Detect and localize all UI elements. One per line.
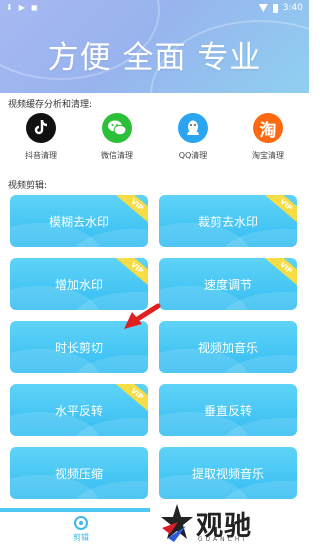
wechat-icon	[102, 113, 132, 143]
tool-horizontal-flip-button[interactable]: 水平反转 VIP	[10, 384, 148, 436]
taobao-icon: 淘	[253, 113, 283, 143]
header-banner: ⬇ ▶ ◼ 3:40 方便 全面 专业	[0, 0, 309, 93]
star-logo-icon	[161, 504, 193, 542]
editing-section-title: 视频剪辑:	[8, 181, 48, 191]
cache-item-wechat[interactable]: 微信清理	[87, 113, 147, 161]
film-reel-icon	[74, 516, 88, 530]
app-screen: { "statusbar": { "time": "3:40" }, "head…	[0, 0, 309, 550]
cache-label: 微信清理	[101, 151, 133, 160]
tool-label: 视频压缩	[54, 466, 103, 481]
tool-label: 垂直反转	[203, 403, 252, 418]
red-arrow-icon	[124, 303, 161, 329]
taobao-glyph: 淘	[259, 120, 277, 141]
douyin-icon	[26, 113, 56, 143]
cache-section-title: 视频缓存分析和清理:	[8, 100, 93, 110]
cache-label: 抖音清理	[25, 151, 57, 160]
tab-edit[interactable]: 剪辑	[61, 516, 101, 543]
battery-icon	[272, 3, 278, 13]
cache-item-taobao[interactable]: 淘 淘宝清理	[238, 113, 298, 161]
cache-cleanup-row: 抖音清理 微信清理 QQ清理 淘 淘宝清理	[0, 113, 309, 167]
tool-extract-music-button[interactable]: 提取视频音乐	[159, 447, 297, 499]
status-time: 3:40	[282, 3, 303, 13]
tool-crop-watermark-button[interactable]: 裁剪去水印 VIP	[159, 195, 297, 247]
slogan-title: 方便 全面 专业	[47, 40, 262, 76]
tool-vertical-flip-button[interactable]: 垂直反转	[159, 384, 297, 436]
notification-icon: ◼	[30, 3, 38, 12]
tab-edit-label: 剪辑	[73, 533, 89, 542]
watermark-sub: GUANCHI	[198, 536, 248, 543]
tool-label: 提取视频音乐	[191, 466, 264, 481]
brand-watermark: 观驰 GUANCHI	[160, 498, 310, 550]
tool-label: 视频加音乐	[197, 340, 258, 355]
tool-add-music-button[interactable]: 视频加音乐	[159, 321, 297, 373]
qq-icon	[178, 113, 208, 143]
tool-blur-watermark-button[interactable]: 模糊去水印 VIP	[10, 195, 148, 247]
cache-item-qq[interactable]: QQ清理	[163, 113, 223, 161]
play-icon: ▶	[18, 3, 25, 12]
tool-speed-adjust-button[interactable]: 速度调节 VIP	[159, 258, 297, 310]
status-bar: ⬇ ▶ ◼ 3:40	[0, 0, 309, 16]
wifi-icon	[258, 4, 268, 12]
tool-compress-video-button[interactable]: 视频压缩	[10, 447, 148, 499]
cache-label: 淘宝清理	[252, 151, 284, 160]
cache-label: QQ清理	[178, 151, 208, 160]
cache-item-douyin[interactable]: 抖音清理	[11, 113, 71, 161]
download-icon: ⬇	[6, 3, 13, 12]
